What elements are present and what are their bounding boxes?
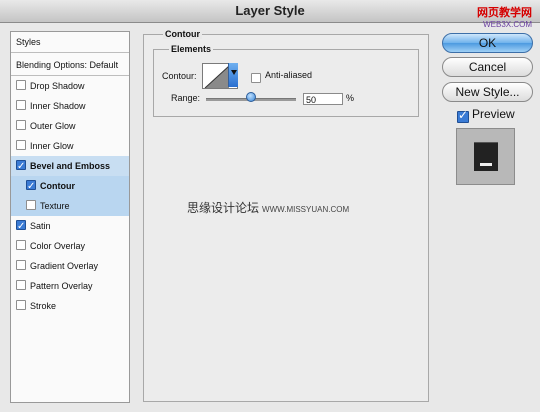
sidebar-item-inner-shadow[interactable]: Inner Shadow [11,96,129,116]
checkbox-icon [457,108,469,123]
sidebar-item-pattern-overlay[interactable]: Pattern Overlay [11,276,129,296]
preview-label: Preview [472,107,515,121]
new-style-button[interactable]: New Style... [442,82,533,102]
overlay-watermark: 思缘设计论坛 WWW.MISSYUAN.COM [187,199,349,216]
sidebar-item-label: Texture [40,201,70,211]
checkbox-icon[interactable] [16,140,26,150]
checkbox-icon[interactable] [16,300,26,310]
sidebar-item-label: Pattern Overlay [30,281,93,291]
sidebar-item-satin[interactable]: Satin [11,216,129,237]
watermark: 网页教学网 WEB3X.COM [477,8,532,30]
sidebar-effects-list: Drop Shadow Inner Shadow Outer Glow Inner G… [11,76,129,316]
sidebar-item-inner-glow[interactable]: Inner Glow [11,136,129,156]
sidebar-item-label: Stroke [30,301,57,311]
panel-title: Contour [163,29,202,39]
checkbox-icon[interactable] [16,260,26,270]
styles-sidebar: Styles Blending Options: Default Drop Sh… [10,31,130,403]
style-preview-thumbnail [456,128,515,185]
sidebar-item-label: Gradient Overlay [30,261,99,271]
overlay-watermark-cn: 思缘设计论坛 [187,201,260,215]
overlay-watermark-url: WWW.MISSYUAN.COM [262,205,350,214]
preview-checkbox[interactable] [457,108,473,127]
sidebar-item-label: Color Overlay [30,241,86,251]
sidebar-item-label: Drop Shadow [30,81,85,91]
checkbox-icon[interactable] [16,240,26,250]
sidebar-item-label: Contour [40,181,75,191]
sidebar-item-label: Bevel and Emboss [30,161,111,171]
group-title: Elements [169,44,214,54]
anti-aliased-label: Anti-aliased [265,70,313,80]
checkbox-icon[interactable] [16,157,26,177]
sidebar-item-drop-shadow[interactable]: Drop Shadow [11,76,129,96]
sidebar-item-label: Inner Glow [30,141,74,151]
ok-button[interactable]: OK [442,33,533,53]
checkbox-icon[interactable] [16,100,26,110]
anti-aliased-checkbox[interactable] [251,69,265,87]
sidebar-item-styles[interactable]: Styles [11,32,129,53]
sidebar-item-texture[interactable]: Texture [11,196,129,216]
checkbox-icon[interactable] [16,120,26,130]
watermark-site-cn: 网页教学网 [477,7,532,19]
checkbox-icon[interactable] [26,200,36,210]
contour-label: Contour: [162,71,197,81]
sidebar-item-contour[interactable]: Contour [11,176,129,197]
sidebar-item-blending-options[interactable]: Blending Options: Default [11,54,129,76]
sidebar-item-gradient-overlay[interactable]: Gradient Overlay [11,256,129,276]
sidebar-item-outer-glow[interactable]: Outer Glow [11,116,129,136]
sidebar-item-label: Inner Shadow [30,101,86,111]
checkbox-icon[interactable] [26,177,36,197]
elements-group [153,49,419,117]
range-label: Range: [171,93,201,103]
sidebar-item-bevel-and-emboss[interactable]: Bevel and Emboss [11,156,129,177]
checkbox-icon[interactable] [16,217,26,237]
range-unit: % [346,93,355,103]
sidebar-item-stroke[interactable]: Stroke [11,296,129,316]
checkbox-icon[interactable] [16,80,26,90]
contour-dropdown-icon[interactable] [228,63,238,87]
watermark-site-url: WEB3X.COM [483,20,532,29]
sidebar-item-color-overlay[interactable]: Color Overlay [11,236,129,256]
preview-shape [474,142,498,171]
sidebar-item-label: Outer Glow [30,121,76,131]
cancel-button[interactable]: Cancel [442,57,533,77]
window-title: Layer Style [0,0,540,23]
checkbox-icon [251,73,261,83]
range-slider-thumb[interactable] [246,92,256,102]
sidebar-item-label: Satin [30,221,51,231]
checkbox-icon[interactable] [16,280,26,290]
range-input[interactable]: 50 [303,93,343,105]
